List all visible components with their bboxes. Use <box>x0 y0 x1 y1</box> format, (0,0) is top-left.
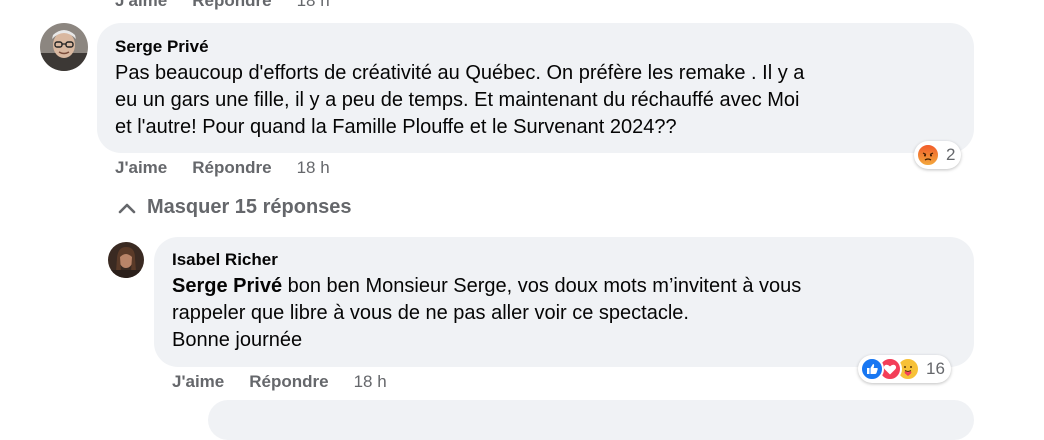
comment-line: eu un gars une fille, il y a peu de temp… <box>115 89 800 111</box>
reaction-count: 16 <box>926 359 945 378</box>
avatar-photo <box>40 23 88 71</box>
comment-line: et l'autre! Pour quand la Famille Plouff… <box>115 116 677 138</box>
reply-line: Bonne journée <box>172 329 303 351</box>
hide-replies-button[interactable]: Masquer 15 réponses <box>118 196 352 219</box>
comment-author[interactable]: Serge Privé <box>115 37 209 57</box>
reply-button[interactable]: Répondre <box>192 0 271 11</box>
reaction-count: 2 <box>946 145 956 164</box>
timestamp[interactable]: 18 h <box>297 158 330 178</box>
avatar-photo <box>108 242 144 278</box>
reply-reactions[interactable]: 16 <box>858 355 951 383</box>
comment-line: Pas beaucoup d'efforts de créativité au … <box>115 62 805 84</box>
reply-bubble: Isabel Richer Serge Privé bon ben Monsie… <box>154 237 974 367</box>
reply-author[interactable]: Isabel Richer <box>172 250 278 270</box>
hide-replies-label: Masquer 15 réponses <box>147 196 352 218</box>
like-button[interactable]: J'aime <box>172 372 224 392</box>
like-button[interactable]: J'aime <box>115 158 167 178</box>
chevron-up-icon <box>118 203 136 213</box>
like-button[interactable]: J'aime <box>115 0 167 11</box>
reply-line: Serge Privé bon ben Monsieur Serge, vos … <box>172 273 962 300</box>
next-reply-bubble <box>208 400 974 440</box>
comment-bubble: Serge Privé Pas beaucoup d'efforts de cr… <box>97 23 974 153</box>
reply-button[interactable]: Répondre <box>249 372 328 392</box>
avatar[interactable] <box>40 23 88 71</box>
reply-text-segment: bon ben Monsieur Serge, vos doux mots m’… <box>282 275 802 297</box>
reply-line: rappeler que libre à vous de ne pas alle… <box>172 302 689 324</box>
comment-text: Pas beaucoup d'efforts de créativité au … <box>115 60 965 141</box>
comment-reactions[interactable]: 2 <box>914 141 962 169</box>
reply-text: Serge Privé bon ben Monsieur Serge, vos … <box>172 273 962 354</box>
angry-emoji-icon <box>916 143 940 167</box>
previous-comment-actions: J'aime Répondre 18 h <box>115 0 330 11</box>
comment-actions: J'aime Répondre 18 h <box>115 158 330 178</box>
like-icon <box>860 357 884 381</box>
reply-button[interactable]: Répondre <box>192 158 271 178</box>
timestamp[interactable]: 18 h <box>354 372 387 392</box>
mention-link[interactable]: Serge Privé <box>172 275 282 297</box>
avatar[interactable] <box>108 242 144 278</box>
timestamp: 18 h <box>296 0 330 10</box>
reply-actions: J'aime Répondre 18 h <box>172 372 387 392</box>
